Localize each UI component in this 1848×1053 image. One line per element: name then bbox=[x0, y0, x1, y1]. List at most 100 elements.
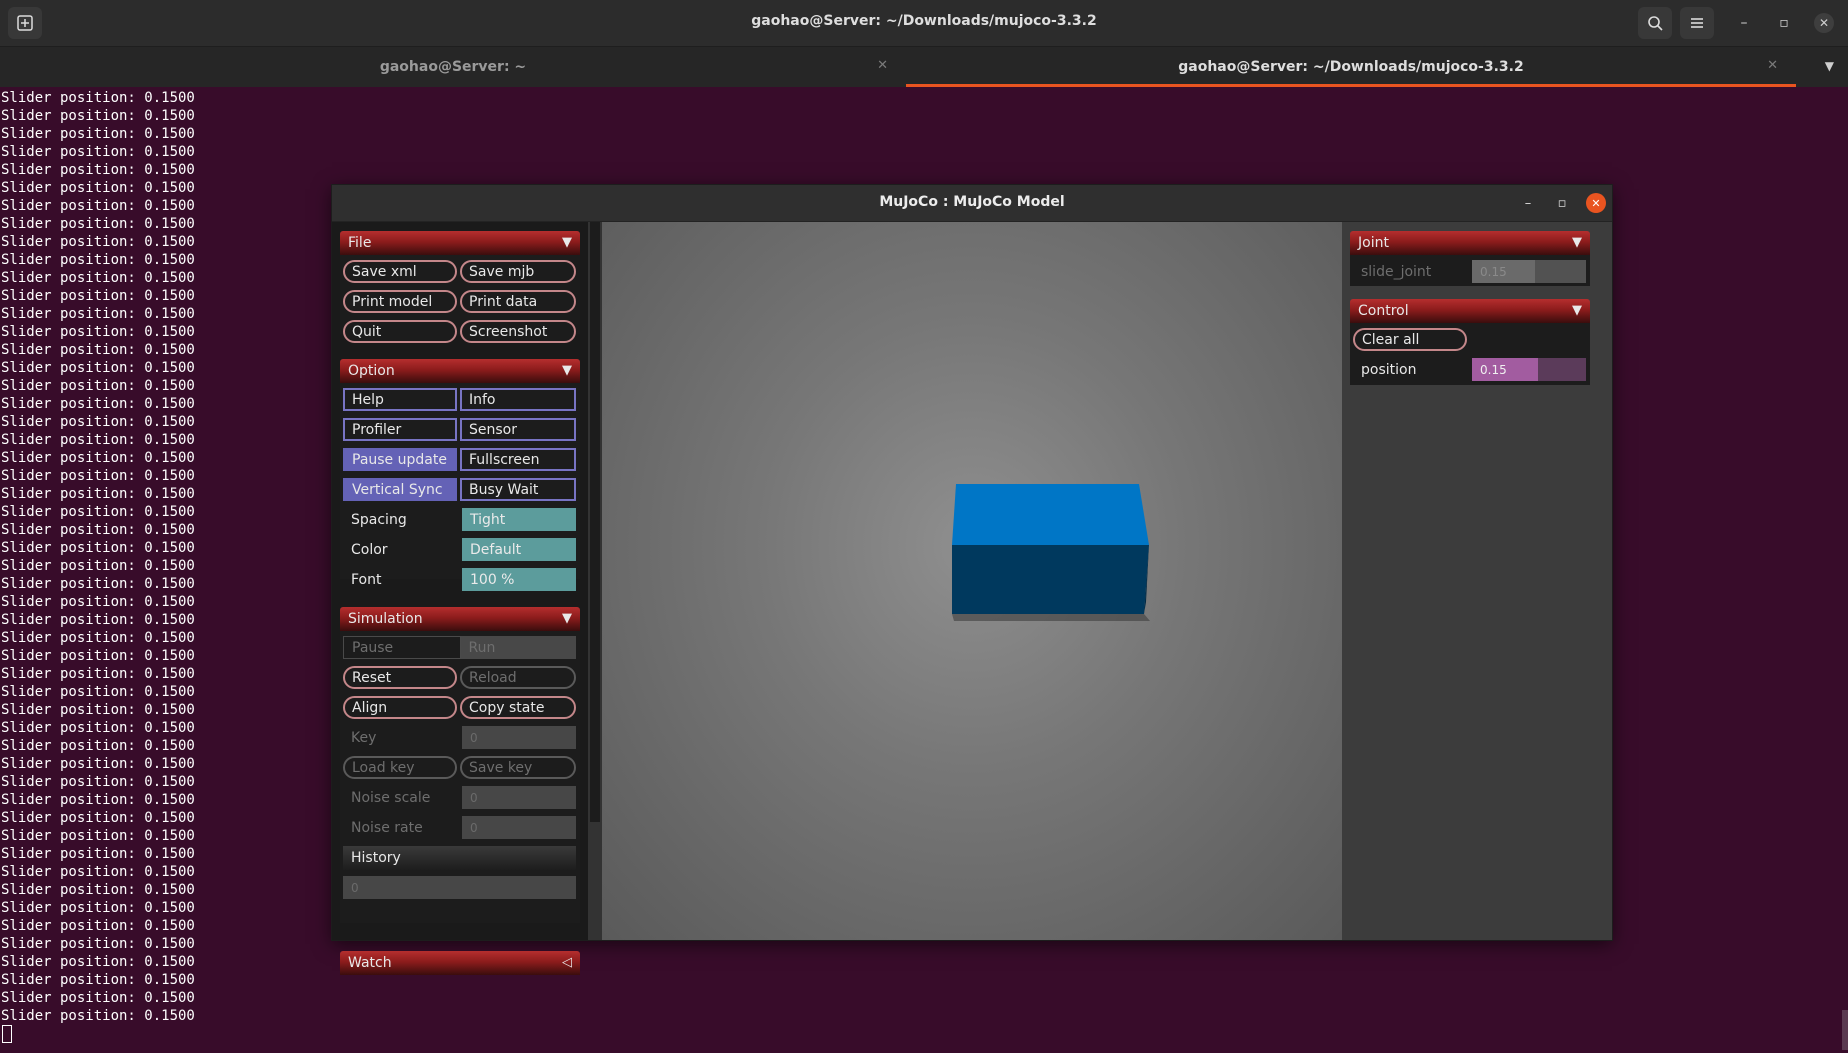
mujoco-window: MuJoCo : MuJoCo Model – ▫ ✕ File ▼ Save … bbox=[332, 185, 1612, 975]
noise-scale-label: Noise scale bbox=[351, 789, 431, 806]
terminal-cursor bbox=[2, 1025, 12, 1043]
busy-wait-checkbox[interactable]: Busy Wait bbox=[460, 478, 576, 501]
key-field[interactable]: 0 bbox=[462, 726, 576, 749]
control-section-header[interactable]: Control ▼ bbox=[1350, 299, 1590, 323]
run-radio-option[interactable]: Run bbox=[460, 636, 576, 659]
save-xml-button[interactable]: Save xml bbox=[343, 260, 457, 283]
noise-rate-field[interactable]: 0 bbox=[462, 816, 576, 839]
left-ui-panel: File ▼ Save xml Save mjb Print model Pri… bbox=[332, 222, 588, 975]
mujoco-titlebar: MuJoCo : MuJoCo Model – ▫ ✕ bbox=[332, 185, 1612, 222]
scrollbar-thumb[interactable] bbox=[590, 222, 600, 822]
profiler-checkbox[interactable]: Profiler bbox=[343, 418, 457, 441]
history-slider[interactable]: 0 bbox=[343, 876, 576, 899]
active-tab-indicator bbox=[906, 84, 1796, 87]
copy-state-button[interactable]: Copy state bbox=[460, 696, 576, 719]
minimize-icon[interactable]: – bbox=[1518, 193, 1538, 213]
watch-section-header[interactable]: Watch ◁ bbox=[340, 951, 580, 975]
menu-icon[interactable] bbox=[1680, 7, 1714, 39]
tab-close-icon[interactable]: ✕ bbox=[877, 58, 888, 73]
noise-rate-label: Noise rate bbox=[351, 819, 423, 836]
terminal-titlebar: gaohao@Server: ~/Downloads/mujoco-3.3.2 … bbox=[0, 0, 1848, 47]
slider-value: 0.15 bbox=[1480, 362, 1507, 377]
section-title: Option bbox=[348, 363, 395, 379]
load-key-button[interactable]: Load key bbox=[343, 756, 457, 779]
terminal-scrollbar[interactable] bbox=[1842, 1010, 1848, 1050]
collapse-arrow-icon: ▼ bbox=[1572, 303, 1582, 318]
close-icon[interactable]: ✕ bbox=[1586, 193, 1606, 213]
maximize-icon[interactable]: ▫ bbox=[1552, 193, 1572, 213]
save-mjb-button[interactable]: Save mjb bbox=[460, 260, 576, 283]
option-section-header[interactable]: Option ▼ bbox=[340, 359, 580, 383]
print-data-button[interactable]: Print data bbox=[460, 290, 576, 313]
restore-icon[interactable]: ▫ bbox=[1774, 13, 1794, 33]
collapse-arrow-icon: ▼ bbox=[562, 363, 572, 378]
box-shadow bbox=[952, 614, 1150, 621]
reset-button[interactable]: Reset bbox=[343, 666, 457, 689]
file-section-body: Save xml Save mjb Print model Print data… bbox=[340, 255, 580, 343]
control-name-label: position bbox=[1361, 361, 1417, 378]
align-button[interactable]: Align bbox=[343, 696, 457, 719]
spacing-label: Spacing bbox=[351, 511, 407, 528]
file-section-header[interactable]: File ▼ bbox=[340, 231, 580, 255]
box-front-face bbox=[952, 545, 1149, 614]
key-label: Key bbox=[351, 729, 377, 746]
box-top-face bbox=[952, 484, 1149, 545]
joint-name-label: slide_joint bbox=[1361, 263, 1432, 280]
terminal-window-title: gaohao@Server: ~/Downloads/mujoco-3.3.2 bbox=[751, 13, 1097, 29]
tab-mujoco[interactable]: gaohao@Server: ~/Downloads/mujoco-3.3.2 … bbox=[906, 47, 1796, 87]
pause-update-checkbox[interactable]: Pause update bbox=[343, 448, 457, 471]
3d-viewport[interactable] bbox=[602, 222, 1342, 940]
tab-close-icon[interactable]: ✕ bbox=[1767, 58, 1778, 73]
close-icon[interactable]: ✕ bbox=[1814, 13, 1834, 33]
expand-arrow-icon: ◁ bbox=[562, 955, 572, 970]
section-title: Joint bbox=[1358, 235, 1389, 251]
color-select[interactable]: Default bbox=[462, 538, 576, 561]
tab-home[interactable]: gaohao@Server: ~ ✕ bbox=[0, 47, 906, 87]
simulation-section-header[interactable]: Simulation ▼ bbox=[340, 607, 580, 631]
collapse-arrow-icon: ▼ bbox=[1572, 235, 1582, 250]
simulation-section-body: Pause Run Reset Reload Align Copy state … bbox=[340, 631, 580, 923]
sensor-checkbox[interactable]: Sensor bbox=[460, 418, 576, 441]
joint-section-body: slide_joint 0.15 bbox=[1350, 255, 1590, 286]
info-checkbox[interactable]: Info bbox=[460, 388, 576, 411]
section-title: Simulation bbox=[348, 611, 423, 627]
reload-button[interactable]: Reload bbox=[460, 666, 576, 689]
quit-button[interactable]: Quit bbox=[343, 320, 457, 343]
fullscreen-checkbox[interactable]: Fullscreen bbox=[460, 448, 576, 471]
save-key-button[interactable]: Save key bbox=[460, 756, 576, 779]
control-section-body: Clear all position 0.15 bbox=[1350, 323, 1590, 385]
joint-section-header[interactable]: Joint ▼ bbox=[1350, 231, 1590, 255]
slider-value: 0.15 bbox=[1480, 264, 1507, 279]
collapse-arrow-icon: ▼ bbox=[562, 611, 572, 626]
control-slider[interactable]: 0.15 bbox=[1472, 358, 1586, 381]
noise-scale-field[interactable]: 0 bbox=[462, 786, 576, 809]
right-ui-panel: Joint ▼ slide_joint 0.15 Control ▼ Clear… bbox=[1342, 222, 1612, 940]
search-icon[interactable] bbox=[1638, 7, 1672, 39]
history-header: History bbox=[343, 846, 576, 870]
left-panel-scrollbar[interactable] bbox=[588, 222, 602, 940]
help-checkbox[interactable]: Help bbox=[343, 388, 457, 411]
clear-all-button[interactable]: Clear all bbox=[1353, 328, 1467, 351]
spacing-select[interactable]: Tight bbox=[462, 508, 576, 531]
terminal-tabbar: gaohao@Server: ~ ✕ gaohao@Server: ~/Down… bbox=[0, 47, 1848, 87]
color-label: Color bbox=[351, 541, 388, 558]
section-title: Control bbox=[1358, 303, 1409, 319]
minimize-icon[interactable]: – bbox=[1734, 13, 1754, 33]
section-title: File bbox=[348, 235, 372, 251]
vertical-sync-checkbox[interactable]: Vertical Sync bbox=[343, 478, 457, 501]
font-select[interactable]: 100 % bbox=[462, 568, 576, 591]
tab-label: gaohao@Server: ~/Downloads/mujoco-3.3.2 bbox=[1178, 59, 1524, 75]
tab-label: gaohao@Server: ~ bbox=[379, 59, 527, 75]
option-section-body: Help Info Profiler Sensor Pause update F… bbox=[340, 383, 580, 591]
pause-run-radio[interactable]: Pause Run bbox=[343, 636, 576, 659]
mujoco-window-title: MuJoCo : MuJoCo Model bbox=[879, 194, 1065, 210]
print-model-button[interactable]: Print model bbox=[343, 290, 457, 313]
joint-slider[interactable]: 0.15 bbox=[1472, 260, 1586, 283]
blue-box-model bbox=[952, 484, 1150, 621]
pause-radio-option[interactable]: Pause bbox=[343, 636, 461, 659]
chevron-down-icon[interactable]: ▼ bbox=[1825, 59, 1834, 73]
collapse-arrow-icon: ▼ bbox=[562, 235, 572, 250]
screenshot-button[interactable]: Screenshot bbox=[460, 320, 576, 343]
font-label: Font bbox=[351, 571, 382, 588]
section-title: Watch bbox=[348, 955, 392, 971]
